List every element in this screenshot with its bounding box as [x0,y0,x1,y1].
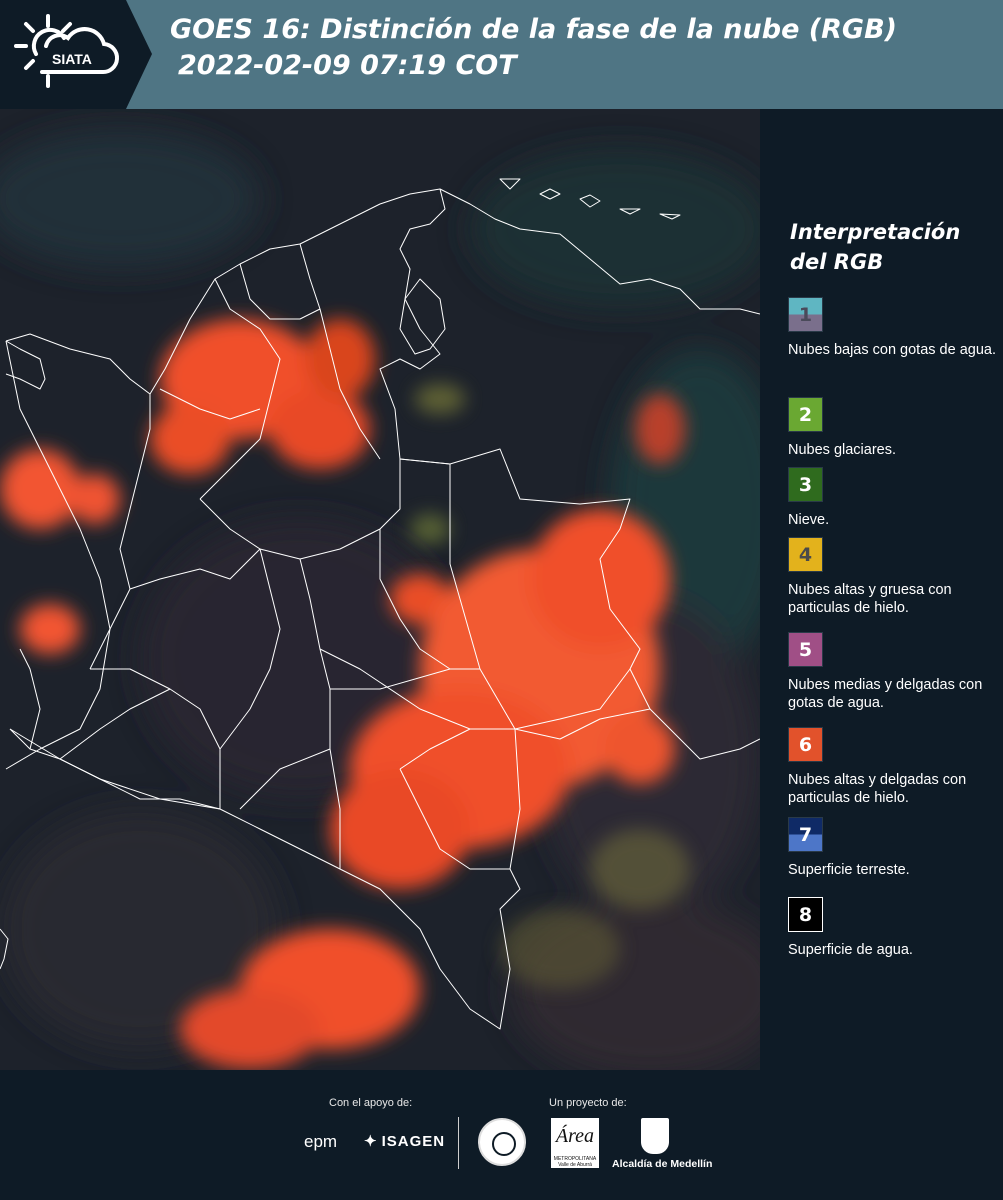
footer: Con el apoyo de: Un proyecto de: epm ✦ I… [0,1070,1003,1200]
legend-number: 3 [798,473,813,496]
alcaldia-label: Alcaldía de Medellín [612,1158,713,1170]
isagen-logo: ✦ ISAGEN [364,1132,446,1151]
legend-item: 1 Nubes bajas con gotas de agua. [788,297,998,359]
legend-label: Nubes medias y delgadas con gotas de agu… [788,677,983,711]
legend-label: Nieve. [788,512,830,528]
header: SIATA GOES 16: Distinción de la fase de … [0,0,1003,109]
legend-swatch: 3 [788,467,823,502]
legend-item: 8 Superficie de agua. [788,897,998,959]
legend-number: 8 [798,903,813,926]
legend-item: 3 Nieve. [788,467,998,529]
legend-label: Nubes altas y delgadas con particulas de… [788,772,967,806]
legend-number: 7 [798,823,813,846]
legend-label: Nubes glaciares. [788,442,896,458]
university-seal-icon [478,1118,526,1166]
title-main: GOES 16: Distinción de la fase de la nub… [170,14,897,45]
legend-item: 5 Nubes medias y delgadas con gotas de ag… [788,632,998,712]
legend-swatch: 2 [788,397,823,432]
area-logo-text: Área [555,1125,595,1147]
legend-swatch: 5 [788,632,823,667]
legend-item: 2 Nubes glaciares. [788,397,998,459]
isagen-text: ISAGEN [381,1132,446,1150]
legend-title-line1: Interpretación [790,220,961,244]
legend-label: Nubes bajas con gotas de agua. [788,342,996,358]
page-title: GOES 16: Distinción de la fase de la nub… [170,12,897,84]
support-label: Con el apoyo de: [329,1097,413,1109]
legend-label: Nubes altas y gruesa con particulas de h… [788,582,952,616]
satellite-image [0,109,760,1070]
epm-logo: epm [304,1132,338,1151]
legend-swatch: 4 [788,537,823,572]
title-datetime: 2022-02-09 07:19 COT [178,50,517,81]
legend-panel: Interpretación del RGB 1 Nubes bajas con … [760,109,1003,1070]
legend-number: 1 [798,303,813,326]
satellite-map-svg [0,109,760,1070]
legend-swatch: 6 [788,727,823,762]
alcaldia-shield-icon [641,1118,669,1154]
legend-number: 2 [798,403,813,426]
legend-title: Interpretación del RGB [790,217,960,277]
legend-item: 6 Nubes altas y delgadas con particulas d… [788,727,998,807]
sun-cloud-icon: SIATA [14,14,120,88]
project-label: Un proyecto de: [549,1097,627,1109]
footer-divider [458,1117,459,1169]
legend-title-line2: del RGB [790,250,884,274]
legend-number: 5 [798,638,813,661]
area-logo-subtext: METROPOLITANA Valle de Aburrá [553,1156,597,1168]
isagen-icon: ✦ [364,1133,378,1150]
legend-item: 7 Superficie terreste. [788,817,998,879]
legend-label: Superficie terreste. [788,862,910,878]
legend-swatch: 1 [788,297,823,332]
legend-number: 4 [798,543,813,566]
siata-logo: SIATA [0,0,152,109]
legend-number: 6 [798,733,813,756]
legend-swatch: 8 [788,897,823,932]
logo-text: SIATA [52,51,92,67]
legend-item: 4 Nubes altas y gruesa con particulas de … [788,537,998,617]
legend-swatch: 7 [788,817,823,852]
legend-label: Superficie de agua. [788,942,913,958]
